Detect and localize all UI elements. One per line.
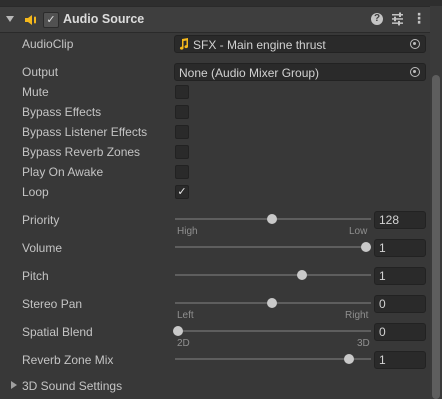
stereo-pan-value-field[interactable]: 0 bbox=[374, 295, 426, 313]
stereo-pan-max-label: Right bbox=[345, 310, 369, 321]
mute-label: Mute bbox=[22, 85, 49, 99]
reverb-zone-mix-value-field[interactable]: 1 bbox=[374, 351, 426, 369]
pitch-slider-track[interactable] bbox=[175, 274, 371, 276]
bypass-listener-effects-label: Bypass Listener Effects bbox=[22, 125, 148, 139]
bypass-reverb-zones-checkbox[interactable] bbox=[175, 145, 189, 159]
pitch-slider-handle[interactable] bbox=[297, 270, 308, 280]
presets-sliders-icon[interactable] bbox=[391, 12, 404, 26]
volume-slider-track[interactable] bbox=[175, 246, 371, 248]
volume-slider-handle[interactable] bbox=[361, 242, 371, 252]
priority-slider-handle[interactable] bbox=[267, 214, 278, 224]
foldout-arrow-icon[interactable] bbox=[11, 381, 17, 389]
bypass-reverb-zones-label: Bypass Reverb Zones bbox=[22, 145, 141, 159]
output-field[interactable]: None (Audio Mixer Group) bbox=[174, 63, 426, 81]
volume-label: Volume bbox=[22, 241, 63, 255]
collapse-arrow-icon[interactable] bbox=[6, 16, 14, 22]
more-options-icon[interactable]: ⋮ bbox=[412, 10, 426, 28]
priority-value-field[interactable]: 128 bbox=[374, 211, 426, 229]
stereo-pan-label: Stereo Pan bbox=[22, 297, 83, 311]
spatial-blend-label: Spatial Blend bbox=[22, 325, 93, 339]
priority-max-label: Low bbox=[349, 226, 368, 237]
object-picker-icon[interactable] bbox=[410, 39, 420, 49]
audio-source-speaker-icon bbox=[25, 15, 36, 25]
reverb-zone-mix-slider-track[interactable] bbox=[175, 358, 371, 360]
component-enabled-checkbox[interactable]: ✓ bbox=[43, 12, 59, 28]
reverb-zone-mix-label: Reverb Zone Mix bbox=[22, 353, 114, 367]
spatial-blend-min-label: 2D bbox=[177, 338, 190, 349]
priority-min-label: High bbox=[177, 226, 198, 237]
spatial-blend-slider-handle[interactable] bbox=[173, 326, 183, 336]
priority-label: Priority bbox=[22, 213, 60, 227]
stereo-pan-slider-handle[interactable] bbox=[267, 298, 277, 308]
output-label: Output bbox=[22, 65, 59, 79]
scrollbar-thumb[interactable] bbox=[432, 75, 440, 399]
stereo-pan-min-label: Left bbox=[177, 310, 194, 321]
volume-value-field[interactable]: 1 bbox=[374, 239, 426, 257]
bypass-effects-checkbox[interactable] bbox=[175, 105, 189, 119]
audioclip-label: AudioClip bbox=[22, 37, 74, 51]
output-value: None (Audio Mixer Group) bbox=[179, 66, 320, 80]
reverb-zone-mix-slider-handle[interactable] bbox=[344, 354, 355, 364]
play-on-awake-checkbox[interactable] bbox=[175, 165, 189, 179]
pitch-value-field[interactable]: 1 bbox=[374, 267, 426, 285]
mute-checkbox[interactable] bbox=[175, 85, 189, 99]
pitch-label: Pitch bbox=[22, 269, 49, 283]
help-icon[interactable]: ? bbox=[371, 13, 383, 25]
component-title: Audio Source bbox=[63, 12, 145, 26]
spatial-blend-max-label: 3D bbox=[357, 338, 370, 349]
audioclip-field[interactable]: SFX - Main engine thrust bbox=[174, 35, 426, 53]
loop-checkbox[interactable]: ✓ bbox=[175, 185, 189, 199]
audioclip-value: SFX - Main engine thrust bbox=[193, 38, 326, 52]
spatial-blend-slider-track[interactable] bbox=[175, 330, 371, 332]
bypass-listener-effects-checkbox[interactable] bbox=[175, 125, 189, 139]
audio-clip-note-icon bbox=[179, 38, 189, 50]
loop-label: Loop bbox=[22, 185, 49, 199]
spatial-blend-value-field[interactable]: 0 bbox=[374, 323, 426, 341]
bypass-effects-label: Bypass Effects bbox=[22, 105, 102, 119]
component-header[interactable]: ✓ Audio Source ? ⋮ bbox=[0, 6, 430, 33]
play-on-awake-label: Play On Awake bbox=[22, 165, 104, 179]
object-picker-icon[interactable] bbox=[410, 67, 420, 77]
3d-sound-settings-foldout[interactable]: 3D Sound Settings bbox=[22, 379, 122, 393]
